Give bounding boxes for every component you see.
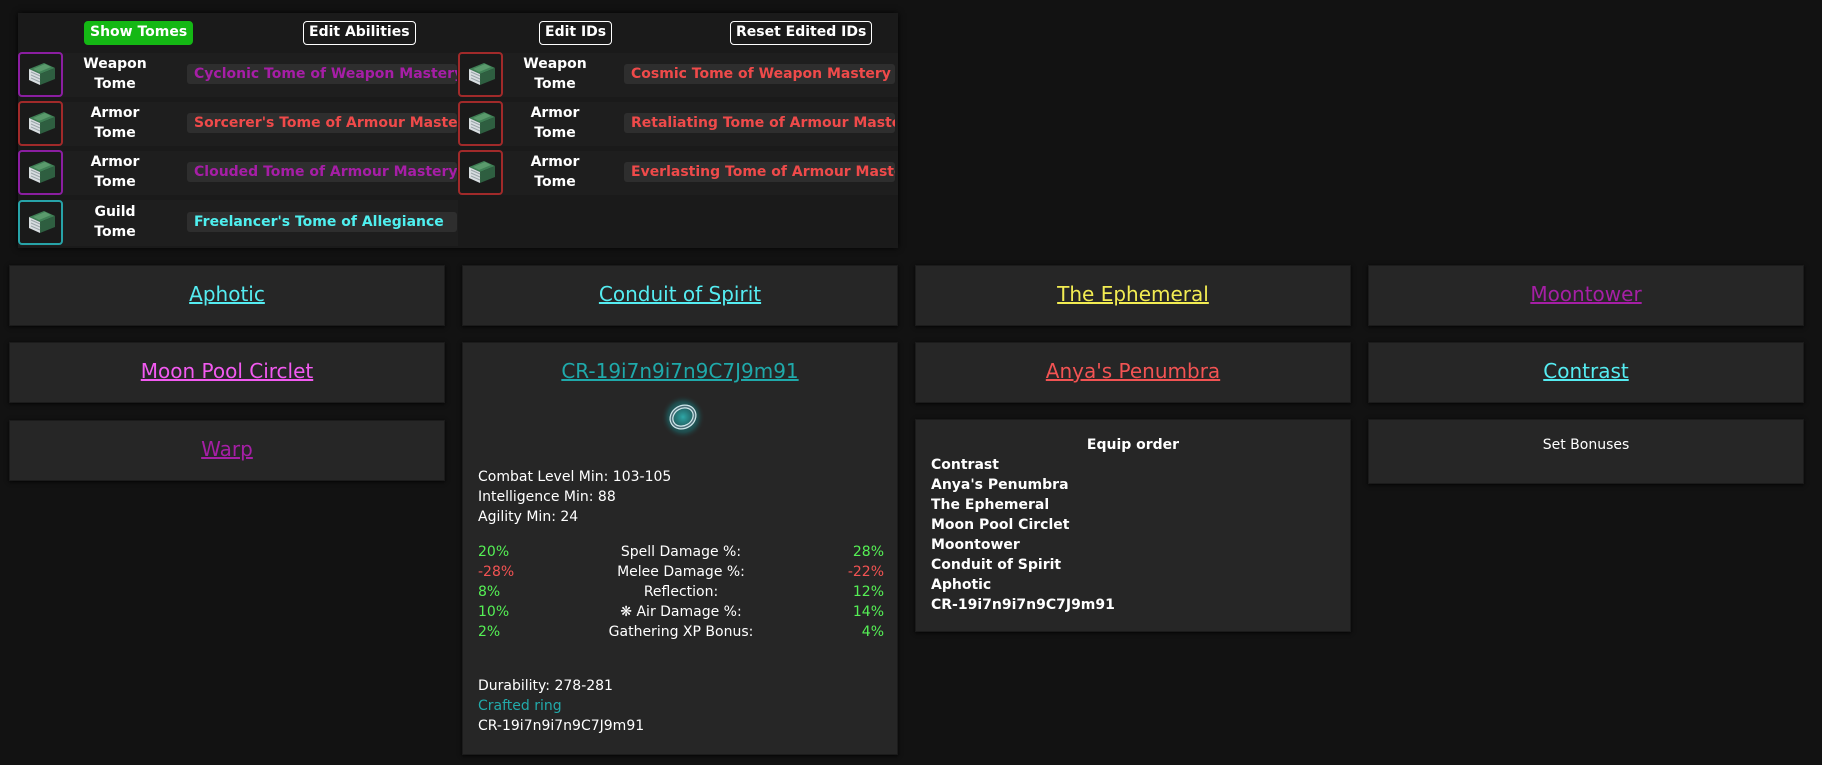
- stat-name: ❋ Air Damage %:: [620, 604, 742, 620]
- tome-row: Armor Tome Sorcerer's Tome of Armour Mast…: [18, 101, 898, 146]
- set-bonuses-card: Set Bonuses: [1368, 419, 1804, 484]
- tome-row: Guild Tome Freelancer's Tome of Allegianc…: [18, 200, 458, 246]
- leggings-card: The Ephemeral: [915, 265, 1351, 326]
- equip-order-card: Equip order Contrast Anya's Penumbra The…: [915, 419, 1351, 632]
- equip-order-item: CR-19i7n9i7n9C7J9m91: [931, 597, 1115, 613]
- stat-max-value: 12%: [852, 584, 884, 600]
- bracelet-card: Anya's Penumbra: [915, 342, 1351, 403]
- equip-order-item: Moontower: [931, 537, 1020, 553]
- ring-icon: [661, 395, 705, 439]
- boots-link[interactable]: Moontower: [1369, 281, 1803, 307]
- tome-type-label: Armor Tome: [90, 105, 140, 141]
- tome-type-label: Armor Tome: [90, 154, 140, 190]
- necklace-link[interactable]: Contrast: [1369, 358, 1803, 384]
- book-icon[interactable]: [18, 101, 63, 146]
- stat-row: 8% Reflection: 12%: [478, 582, 884, 602]
- weapon-card: Warp: [9, 420, 445, 481]
- agility-requirement: Agility Min: 24: [478, 509, 579, 525]
- stat-max-value: -22%: [847, 564, 884, 580]
- stat-name: Gathering XP Bonus:: [608, 624, 754, 640]
- stat-row: -28% Melee Damage %: -22%: [478, 562, 884, 582]
- crafted-ring-card: CR-19i7n9i7n9C7J9m91 Combat Level Min: 1…: [462, 342, 898, 755]
- equip-order-item: The Ephemeral: [931, 497, 1050, 513]
- helmet-card: Aphotic: [9, 265, 445, 326]
- stat-max-value: 14%: [852, 604, 884, 620]
- tome-name-field[interactable]: Everlasting Tome of Armour Mastery I: [624, 162, 895, 182]
- stat-row: 10% ❋ Air Damage %: 14%: [478, 602, 884, 622]
- tome-name-field[interactable]: Clouded Tome of Armour Mastery II: [187, 162, 457, 182]
- tome-type-label: Weapon Tome: [83, 56, 147, 92]
- equip-order-item: Contrast: [931, 457, 999, 473]
- ring1-link[interactable]: Moon Pool Circlet: [10, 358, 444, 384]
- boots-card: Moontower: [1368, 265, 1804, 326]
- edit-abilities-button[interactable]: Edit Abilities: [303, 21, 416, 45]
- ring1-card: Moon Pool Circlet: [9, 342, 445, 403]
- item-type-label: Crafted ring: [478, 698, 562, 714]
- crafted-ring-link[interactable]: CR-19i7n9i7n9C7J9m91: [463, 358, 897, 384]
- tome-row: Armor Tome Clouded Tome of Armour Mastery…: [18, 150, 898, 195]
- crafted-hash-text: CR-19i7n9i7n9C7J9m91: [478, 718, 645, 734]
- tome-type-label: Weapon Tome: [523, 56, 587, 92]
- stat-max-value: 4%: [861, 624, 884, 640]
- helmet-link[interactable]: Aphotic: [10, 281, 444, 307]
- reset-edited-ids-button[interactable]: Reset Edited IDs: [730, 21, 873, 45]
- tome-row: Weapon Tome Cyclonic Tome of Weapon Maste…: [18, 52, 898, 97]
- set-bonuses-title: Set Bonuses: [1542, 437, 1630, 453]
- tome-name-field[interactable]: Freelancer's Tome of Allegiance: [187, 212, 457, 232]
- durability-text: Durability: 278-281: [478, 678, 613, 694]
- book-icon[interactable]: [18, 200, 63, 245]
- chestplate-link[interactable]: Conduit of Spirit: [463, 281, 897, 307]
- book-icon[interactable]: [458, 150, 503, 195]
- book-icon[interactable]: [18, 150, 63, 195]
- stat-name: Melee Damage %:: [617, 564, 745, 580]
- equip-order-item: Anya's Penumbra: [931, 477, 1069, 493]
- book-icon[interactable]: [458, 101, 503, 146]
- equip-order-item: Aphotic: [931, 577, 992, 593]
- tome-type-label: Armor Tome: [530, 105, 580, 141]
- stat-row: 2% Gathering XP Bonus: 4%: [478, 622, 884, 642]
- stat-name: Spell Damage %:: [620, 544, 742, 560]
- necklace-card: Contrast: [1368, 342, 1804, 403]
- intelligence-requirement: Intelligence Min: 88: [478, 489, 616, 505]
- tome-name-field[interactable]: Sorcerer's Tome of Armour Mastery II: [187, 113, 457, 133]
- tome-name-field[interactable]: Cosmic Tome of Weapon Mastery II: [624, 64, 895, 84]
- tome-name-field[interactable]: Cyclonic Tome of Weapon Mastery II: [187, 64, 457, 84]
- tome-type-label: Armor Tome: [530, 154, 580, 190]
- equip-order-item: Moon Pool Circlet: [931, 517, 1070, 533]
- combat-level-requirement: Combat Level Min: 103-105: [478, 469, 672, 485]
- equip-order-item: Conduit of Spirit: [931, 557, 1062, 573]
- weapon-link[interactable]: Warp: [10, 436, 444, 462]
- tome-name-field[interactable]: Retaliating Tome of Armour Mastery II: [624, 113, 895, 133]
- stat-row: 20% Spell Damage %: 28%: [478, 542, 884, 562]
- show-tomes-button[interactable]: Show Tomes: [84, 21, 194, 45]
- stat-max-value: 28%: [852, 544, 884, 560]
- tome-type-label: Guild Tome: [94, 204, 136, 240]
- stat-name: Reflection:: [643, 584, 719, 600]
- equip-order-title: Equip order: [1086, 437, 1180, 453]
- book-icon[interactable]: [18, 52, 63, 97]
- bracelet-link[interactable]: Anya's Penumbra: [916, 358, 1350, 384]
- edit-ids-button[interactable]: Edit IDs: [539, 21, 613, 45]
- chestplate-card: Conduit of Spirit: [462, 265, 898, 326]
- tomes-panel: Show Tomes Edit Abilities Edit IDs Reset…: [18, 13, 898, 248]
- leggings-link[interactable]: The Ephemeral: [916, 281, 1350, 307]
- book-icon[interactable]: [458, 52, 503, 97]
